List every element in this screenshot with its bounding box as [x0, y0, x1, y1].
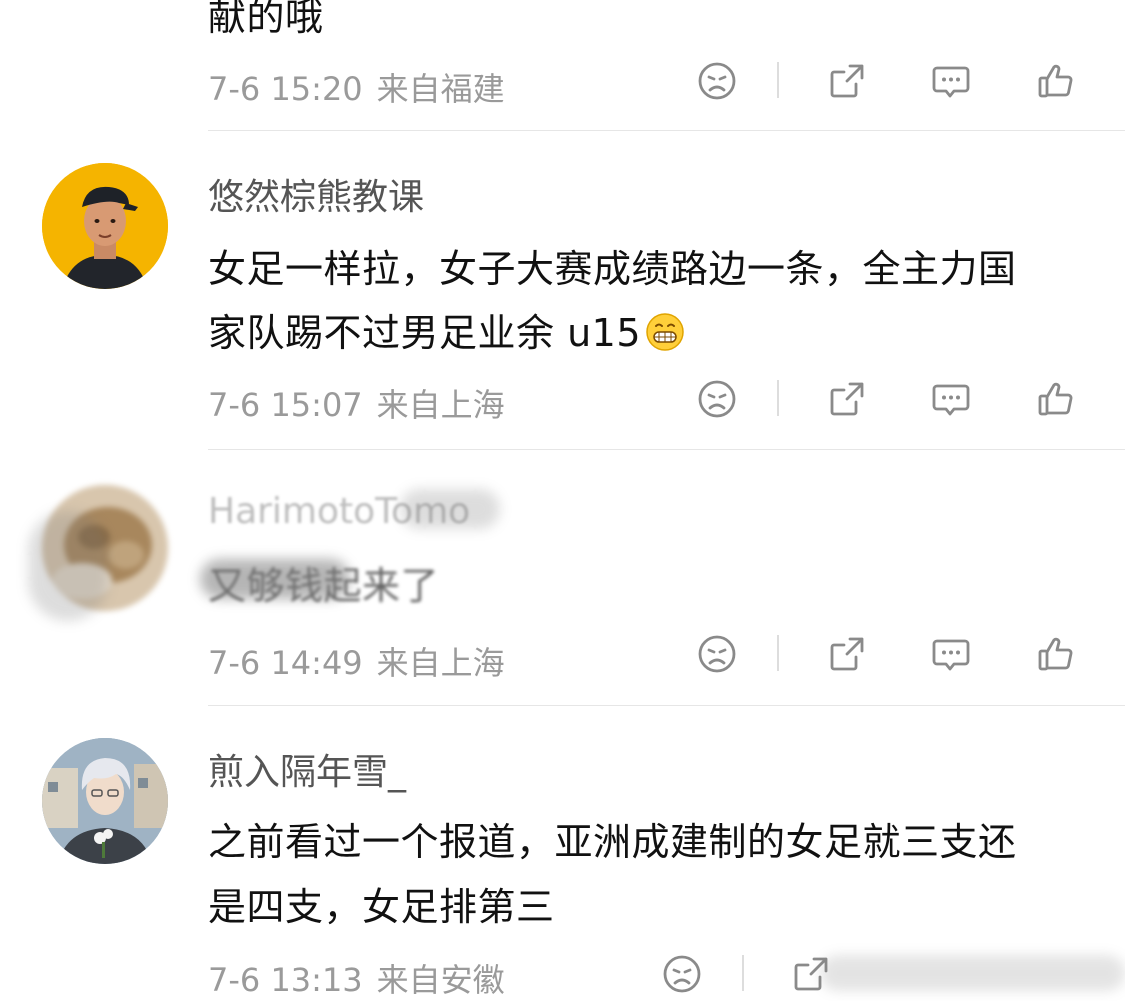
share-icon [830, 64, 864, 98]
username[interactable]: 煎入隔年雪_ [208, 743, 406, 795]
avatar[interactable] [42, 163, 168, 289]
avatar[interactable] [42, 738, 168, 864]
comment-text-line: 女足一样拉，女子大赛成绩路边一条，全主力国 [208, 247, 1017, 291]
share-button[interactable] [824, 58, 870, 104]
comment-partial: 献的哦 7-6 15:20 来自福建 [0, 0, 1125, 131]
grinning-face-icon [646, 313, 684, 351]
comment-actions [0, 58, 1125, 106]
sad-face-icon [698, 380, 736, 418]
dislike-button[interactable] [694, 376, 740, 422]
sad-face-icon [698, 635, 736, 673]
comment-text-line: 是四支，女足排第三 [208, 885, 555, 929]
dislike-button[interactable] [694, 58, 740, 104]
comment-item: 悠然棕熊教课 女足一样拉，女子大赛成绩路边一条，全主力国 家队踢不过男足业余 u… [0, 131, 1125, 451]
comment-actions [0, 631, 1125, 679]
share-button[interactable] [824, 631, 870, 677]
reply-button[interactable] [928, 631, 974, 677]
comment-actions [0, 376, 1125, 424]
action-separator [777, 380, 779, 416]
action-separator [777, 62, 779, 98]
privacy-blur [400, 489, 500, 529]
like-button[interactable] [1033, 376, 1079, 422]
comment-icon [932, 639, 970, 671]
comment-divider [208, 449, 1125, 450]
avatar-illustration [42, 163, 168, 289]
share-icon [830, 382, 864, 416]
like-button[interactable] [1033, 58, 1079, 104]
like-button[interactable] [1033, 631, 1079, 677]
comment-icon [932, 384, 970, 416]
avatar-illustration [42, 738, 168, 864]
comment-actions [0, 951, 1125, 999]
comment-item: HarimotoTomo 又够钱起来了 7-6 14:49来自上海 [0, 451, 1125, 706]
action-separator [777, 635, 779, 671]
dislike-button[interactable] [694, 631, 740, 677]
privacy-blur [200, 559, 350, 599]
reply-button[interactable] [928, 376, 974, 422]
username[interactable]: 悠然棕熊教课 [208, 168, 424, 220]
comment-text-line: 家队踢不过男足业余 u15 [208, 302, 685, 357]
comment-text-line-content: 家队踢不过男足业余 u15 [208, 311, 642, 355]
reply-button[interactable] [928, 58, 974, 104]
privacy-blur [28, 511, 108, 621]
share-button[interactable] [824, 376, 870, 422]
thumbs-up-icon [1038, 637, 1073, 671]
comment-text-line: 之前看过一个报道，亚洲成建制的女足就三支还 [208, 820, 1017, 864]
thumbs-up-icon [1038, 382, 1073, 416]
share-icon [830, 637, 864, 671]
dislike-button[interactable] [659, 951, 705, 997]
comment-item: 煎入隔年雪_ 之前看过一个报道，亚洲成建制的女足就三支还 是四支，女足排第三 7… [0, 706, 1125, 999]
thumbs-up-icon [1038, 64, 1073, 98]
sad-face-icon [663, 955, 701, 993]
comment-icon [932, 66, 970, 98]
comment-text-fragment: 献的哦 [208, 0, 324, 39]
watermark-blur [820, 955, 1125, 991]
sad-face-icon [698, 62, 736, 100]
action-separator [742, 955, 744, 991]
